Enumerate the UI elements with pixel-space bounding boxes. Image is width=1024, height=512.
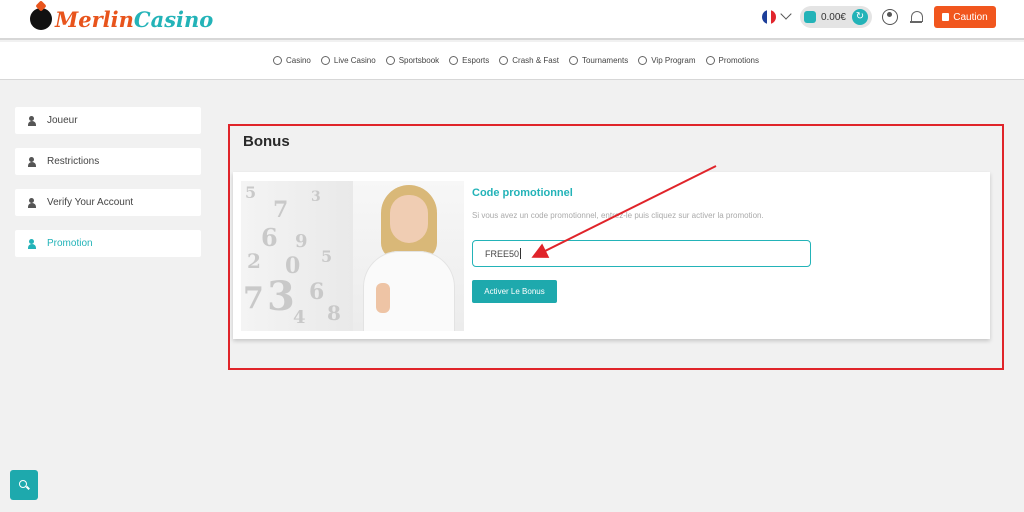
sidebar-item-verify-account[interactable]: Verify Your Account [15, 189, 201, 216]
user-tag-icon [28, 238, 41, 249]
nav-item-crash-fast[interactable]: Crash & Fast [499, 56, 559, 65]
numbers-background-image: 5 7 3 6 9 2 0 5 7 3 6 8 4 [241, 181, 353, 331]
nav-item-esports[interactable]: Esports [449, 56, 489, 65]
main-nav: Casino Live Casino Sportsbook Esports Cr… [0, 42, 1024, 80]
refresh-icon[interactable]: ↻ [852, 9, 868, 25]
wallet-icon [803, 11, 816, 23]
search-button[interactable] [10, 470, 38, 500]
text-cursor [520, 248, 522, 259]
promo-woman-image [353, 181, 464, 331]
nav-item-promotions[interactable]: Promotions [705, 56, 760, 65]
activate-bonus-button[interactable]: Activer Le Bonus [472, 280, 557, 303]
promo-code-value: FREE50 [485, 248, 520, 259]
nav-item-live-casino[interactable]: Live Casino [320, 56, 376, 65]
nav-item-sportsbook[interactable]: Sportsbook [385, 56, 440, 65]
clipboard-icon [942, 13, 950, 21]
chevron-down-icon[interactable] [780, 8, 792, 20]
top-header: MerlinCasino 0.00€ ↻ Caution [0, 0, 1024, 40]
live-casino-icon [320, 56, 330, 65]
sidebar-item-restrictions[interactable]: Restrictions [15, 148, 201, 175]
logo[interactable]: MerlinCasino [30, 3, 213, 35]
sidebar-item-promotion[interactable]: Promotion [15, 230, 201, 257]
user-gear-icon [28, 115, 41, 126]
nav-label: Esports [462, 56, 490, 65]
search-icon [19, 480, 27, 488]
sidebar-item-joueur[interactable]: Joueur [15, 107, 201, 134]
tournaments-icon [568, 56, 578, 65]
balance-amount: 0.00€ [820, 11, 846, 23]
wizard-logo-icon [30, 8, 52, 30]
caution-button-label: Caution [953, 11, 988, 23]
promotions-icon [705, 56, 715, 65]
sidebar-item-label: Restrictions [47, 156, 100, 167]
logo-text-casino: Casino [133, 6, 214, 32]
caution-button[interactable]: Caution [934, 6, 996, 28]
logo-text-merlin: Merlin [55, 6, 134, 32]
vip-icon [638, 56, 648, 65]
sidebar-item-label: Promotion [47, 238, 93, 249]
balance-widget[interactable]: 0.00€ ↻ [799, 6, 872, 28]
crash-icon [499, 56, 509, 65]
sidebar-item-label: Verify Your Account [47, 197, 134, 208]
sportsbook-icon [385, 56, 395, 65]
user-account-icon[interactable] [882, 9, 898, 25]
casino-icon [272, 56, 282, 65]
nav-label: Crash & Fast [512, 56, 559, 65]
nav-label: Live Casino [333, 56, 376, 65]
nav-label: Tournaments [581, 56, 629, 65]
nav-label: Sportsbook [398, 56, 440, 65]
user-check-icon [28, 197, 41, 208]
sidebar-item-label: Joueur [47, 115, 78, 126]
promo-code-heading: Code promotionnel [472, 187, 573, 199]
nav-item-casino[interactable]: Casino [272, 56, 311, 65]
promo-code-input[interactable]: FREE50 [472, 240, 811, 267]
nav-item-vip-program[interactable]: Vip Program [638, 56, 696, 65]
page-title: Bonus [243, 133, 290, 150]
bell-icon[interactable] [910, 10, 923, 24]
nav-label: Promotions [718, 56, 760, 65]
esports-icon [449, 56, 459, 65]
nav-label: Casino [285, 56, 311, 65]
user-lock-icon [28, 156, 41, 167]
french-flag-icon[interactable] [761, 10, 776, 24]
account-sidebar: Joueur Restrictions Verify Your Account … [15, 107, 201, 271]
nav-label: Vip Program [651, 56, 696, 65]
promo-code-description: Si vous avez un code promotionnel, entre… [472, 211, 764, 220]
nav-item-tournaments[interactable]: Tournaments [568, 56, 629, 65]
